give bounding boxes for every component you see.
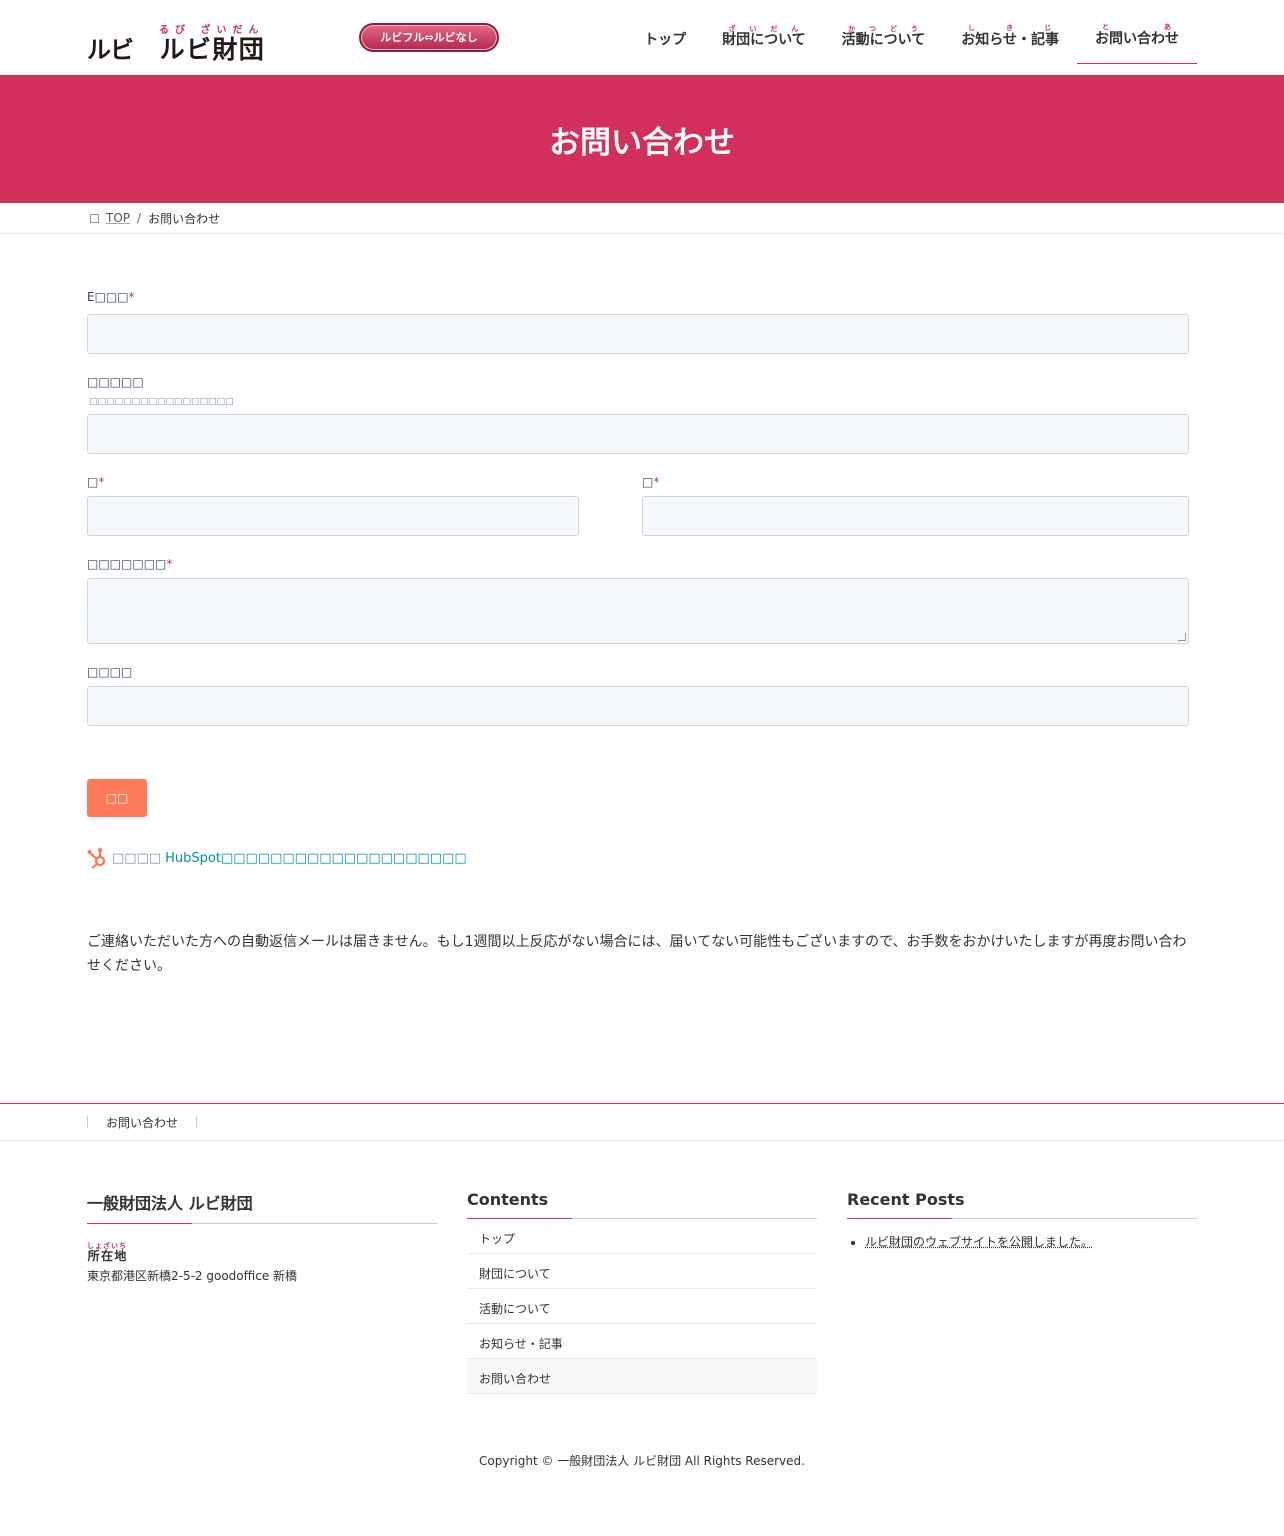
breadcrumb-separator: / <box>137 211 142 225</box>
contents-item-top[interactable]: トップ <box>467 1219 817 1254</box>
main-nav: トップ 財団についてざいだん 活動についてかつどう お知らせ・記事し き じ お… <box>626 0 1197 64</box>
other-input[interactable] <box>87 686 1189 726</box>
email-input[interactable] <box>87 314 1189 354</box>
page-title-band: お問い合わせ <box>0 75 1284 203</box>
hubspot-icon <box>87 848 106 869</box>
ruby-toggle-button[interactable]: ルビフル⇔ルビなし <box>359 23 499 52</box>
contents-list: トップ 財団について 活動について お知らせ・記事 お問い合わせ <box>467 1219 817 1394</box>
contents-item-news[interactable]: お知らせ・記事 <box>467 1324 817 1359</box>
hubspot-prefix: □□□□ <box>112 850 162 866</box>
breadcrumb-current: お問い合わせ <box>148 211 221 226</box>
page-title: お問い合わせ <box>549 124 735 161</box>
first-name-label: □* <box>642 475 660 489</box>
breadcrumb: TOP / お問い合わせ <box>0 203 1284 234</box>
address-label: 所在地 <box>87 1249 127 1263</box>
notice-text: ご連絡いただいた方への自動返信メールは届きません。もし1週間以上反応がない場合に… <box>87 934 1187 974</box>
recent-posts-title: Recent Posts <box>847 1190 1197 1219</box>
resize-handle-icon[interactable] <box>1178 633 1186 641</box>
footer-nav-contact[interactable]: お問い合わせ <box>88 1114 196 1131</box>
nav-item-contact[interactable]: お問い合わせと あ <box>1077 0 1197 64</box>
submit-button[interactable]: □□ <box>87 779 147 817</box>
site-logo[interactable]: ルビ ルビ財団るび ざいだん <box>87 18 264 62</box>
hubspot-link[interactable]: HubSpot <box>165 851 221 866</box>
company-label: □□□□□ <box>87 375 144 389</box>
org-widget: 一般財団法人 ルビ財団 所在地しょざいち 東京都港区新橋2-5-2 goodof… <box>87 1190 437 1286</box>
nav-item-news[interactable]: お知らせ・記事し き じ <box>943 0 1077 64</box>
recent-posts-list: ルビ財団のウェブサイトを公開しました。 <box>847 1233 1197 1250</box>
company-hint: □□□□□□□□□□□□□□□□□ <box>89 397 234 407</box>
recent-post-item: ルビ財団のウェブサイトを公開しました。 <box>865 1233 1197 1250</box>
org-widget-title: 一般財団法人 ルビ財団 <box>87 1190 437 1224</box>
hubspot-suffix[interactable]: □□□□□□□□□□□□□□□□□□□□ <box>221 851 467 866</box>
last-name-label: □* <box>87 475 105 489</box>
contents-widget: Contents トップ 財団について 活動について お知らせ・記事 お問い合わ… <box>467 1190 817 1394</box>
hubspot-credit: □□□□ HubSpot □□□□□□□□□□□□□□□□□□□□ <box>87 847 467 869</box>
footer-nav-divider <box>196 1116 198 1128</box>
org-address: 所在地しょざいち 東京都港区新橋2-5-2 goodoffice 新橋 <box>87 1242 437 1286</box>
contents-item-contact[interactable]: お問い合わせ <box>467 1359 817 1394</box>
home-icon <box>90 213 99 223</box>
breadcrumb-home-link[interactable]: TOP <box>106 211 130 225</box>
recent-post-link[interactable]: ルビ財団のウェブサイトを公開しました。 <box>865 1235 1093 1249</box>
other-label: □□□□ <box>87 665 133 679</box>
nav-item-top[interactable]: トップ <box>626 0 704 64</box>
nav-item-activities[interactable]: 活動についてかつどう <box>824 0 944 64</box>
company-input[interactable] <box>87 414 1189 454</box>
logo-text: ルビ財団るび ざいだん <box>159 25 265 64</box>
logo-mark: ルビ <box>87 36 134 64</box>
contents-item-about[interactable]: 財団について <box>467 1254 817 1289</box>
first-name-input[interactable] <box>642 496 1189 536</box>
contents-widget-title: Contents <box>467 1190 817 1219</box>
nav-item-about[interactable]: 財団についてざいだん <box>704 0 824 64</box>
copyright: Copyright © 一般財団法人 ルビ財団 All Rights Reser… <box>479 1454 805 1468</box>
email-label: E□□□* <box>87 290 135 304</box>
contents-item-activities[interactable]: 活動について <box>467 1289 817 1324</box>
message-label: □□□□□□□* <box>87 557 173 571</box>
last-name-input[interactable] <box>87 496 579 536</box>
site-header: ルビ ルビ財団るび ざいだん ルビフル⇔ルビなし トップ 財団についてざいだん … <box>0 0 1284 75</box>
message-textarea[interactable] <box>87 578 1189 644</box>
address-text: 東京都港区新橋2-5-2 goodoffice 新橋 <box>87 1269 298 1283</box>
recent-posts-widget: Recent Posts ルビ財団のウェブサイトを公開しました。 <box>847 1190 1197 1250</box>
footer-nav: お問い合わせ <box>0 1103 1284 1141</box>
